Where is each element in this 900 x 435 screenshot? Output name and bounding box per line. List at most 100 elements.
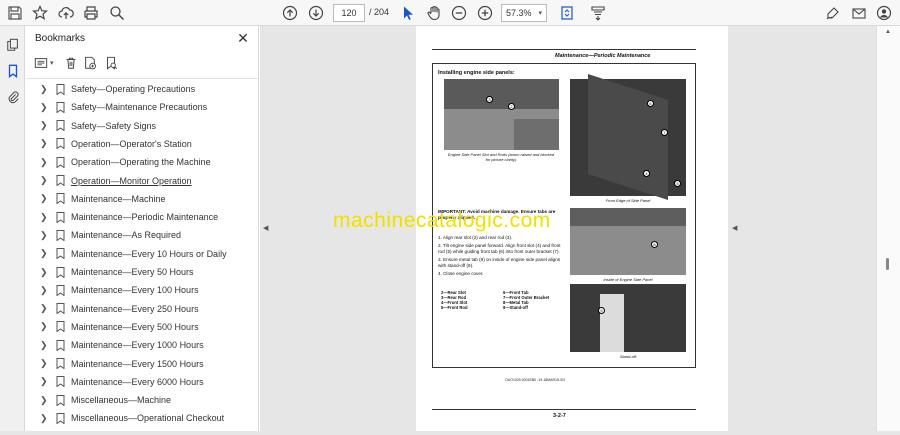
chevron-right-icon[interactable]: ❯ <box>40 248 50 259</box>
chevron-right-icon[interactable]: ❯ <box>40 102 50 113</box>
bookmark-item[interactable]: ❯ Maintenance—Every 6000 Hours <box>26 373 246 391</box>
step-4: 4. Close engine cover. <box>438 271 484 276</box>
sign-pen-icon[interactable] <box>823 3 843 23</box>
main-toolbar: 120 / 204 57.3% ▾ <box>0 0 900 26</box>
bookmark-item[interactable]: ❯ Operation—Operating the Machine <box>26 153 246 171</box>
chevron-right-icon[interactable]: ❯ <box>40 303 50 314</box>
bookmark-icon <box>56 120 65 132</box>
callout-8: 8 <box>651 241 658 248</box>
doc-header: Maintenance—Periodic Maintenance <box>555 53 651 59</box>
header-rule <box>432 49 696 50</box>
bookmark-icon <box>56 412 65 424</box>
legend-left: 2—Rear Slot 3—Rear Rod 4—Front Slot 5—Fr… <box>441 290 468 310</box>
close-icon[interactable]: ✕ <box>236 31 250 45</box>
chevron-right-icon[interactable]: ❯ <box>40 120 50 131</box>
hand-tool-icon[interactable] <box>424 3 444 23</box>
bookmark-item[interactable]: ❯ Maintenance—Every 100 Hours <box>26 281 246 299</box>
chevron-right-icon[interactable]: ❯ <box>40 285 50 296</box>
add-bookmark-icon[interactable] <box>83 54 97 72</box>
zoom-out-icon[interactable] <box>449 3 469 23</box>
search-icon[interactable] <box>107 3 127 23</box>
zoom-select[interactable]: 57.3% ▾ <box>501 4 547 22</box>
bookmark-item[interactable]: ❯ Maintenance—Machine <box>26 190 246 208</box>
bookmark-item[interactable]: ❯ Operation—Operator's Station <box>26 135 246 153</box>
bookmark-item[interactable]: ❯ Operation—Monitor Operation <box>26 172 246 190</box>
collapse-panel-icon[interactable]: ◀ <box>263 224 268 232</box>
next-page-icon[interactable] <box>306 3 326 23</box>
bookmark-label: Operation—Monitor Operation <box>71 175 192 186</box>
chevron-right-icon[interactable]: ❯ <box>40 230 50 241</box>
save-icon[interactable] <box>5 3 25 23</box>
expand-tools-icon[interactable]: ◀ <box>732 224 737 232</box>
bookmark-item[interactable]: ❯ Safety—Maintenance Precautions <box>26 98 246 116</box>
chevron-right-icon[interactable]: ❯ <box>40 157 50 168</box>
bookmark-label: Maintenance—Every 500 Hours <box>71 321 199 332</box>
bookmark-item[interactable]: ❯ Safety—Safety Signs <box>26 117 246 135</box>
chevron-right-icon[interactable]: ❯ <box>40 193 50 204</box>
page-thumbnails-icon[interactable] <box>4 36 21 53</box>
callout-9: 9 <box>598 307 605 314</box>
chevron-right-icon[interactable]: ❯ <box>40 340 50 351</box>
bookmark-label: Miscellaneous—Machine <box>71 395 172 406</box>
find-bookmark-icon[interactable] <box>104 54 118 72</box>
bookmark-item[interactable]: ❯ Maintenance—Every 10 Hours or Daily <box>26 245 246 263</box>
chevron-down-icon: ▾ <box>538 10 542 17</box>
select-cursor-icon[interactable] <box>398 3 418 23</box>
attachments-icon[interactable] <box>4 88 21 105</box>
bookmark-item[interactable]: ❯ Maintenance—Every 500 Hours <box>26 318 246 336</box>
bookmark-item[interactable]: ❯ Miscellaneous—Machine <box>26 391 246 409</box>
bookmarks-title: Bookmarks <box>35 33 86 44</box>
fit-page-icon[interactable] <box>557 3 577 23</box>
previous-page-icon[interactable] <box>280 3 300 23</box>
bookmark-label: Maintenance—Every 250 Hours <box>71 303 199 314</box>
bookmark-item[interactable]: ❯ Miscellaneous—Operational Checkout <box>26 409 246 427</box>
bookmark-item[interactable]: ❯ Maintenance—Every 1500 Hours <box>26 355 246 373</box>
account-icon[interactable] <box>874 3 894 23</box>
cloud-upload-icon[interactable] <box>56 3 76 23</box>
chevron-right-icon[interactable]: ❯ <box>40 212 50 223</box>
bookmark-label: Maintenance—Every 10 Hours or Daily <box>71 248 227 259</box>
bookmark-item[interactable]: ❯ Maintenance—Every 250 Hours <box>26 300 246 318</box>
page-scrollbar-thumb[interactable] <box>886 258 889 270</box>
callout-3: 3 <box>486 96 493 103</box>
instruction-steps: 1. Align rear slot (2) and rear rod (3).… <box>438 235 562 277</box>
chevron-right-icon[interactable]: ❯ <box>40 395 50 406</box>
chevron-right-icon[interactable]: ❯ <box>40 84 50 95</box>
chevron-right-icon[interactable]: ❯ <box>40 175 50 186</box>
bookmarks-panel-icon[interactable] <box>4 62 21 79</box>
chevron-right-icon[interactable]: ❯ <box>40 376 50 387</box>
bookmark-icon <box>56 376 65 388</box>
options-menu-icon[interactable]: ▾ <box>34 54 54 72</box>
bookmark-star-icon[interactable] <box>30 3 50 23</box>
delete-bookmark-icon[interactable] <box>64 54 78 72</box>
bookmark-label: Maintenance—Every 50 Hours <box>71 267 194 277</box>
right-scroll-rail[interactable]: ▲ <box>876 26 900 435</box>
chevron-right-icon[interactable]: ❯ <box>40 413 50 424</box>
chevron-right-icon[interactable]: ❯ <box>40 358 50 369</box>
callout-7: 7 <box>661 129 668 136</box>
bookmark-icon <box>56 138 65 150</box>
email-icon[interactable] <box>849 3 869 23</box>
caption-inside-panel: Inside of Engine Side Panel <box>603 277 653 282</box>
photo-slot-and-rods <box>444 79 559 150</box>
bookmark-label: Operation—Operator's Station <box>71 138 192 149</box>
bookmark-item[interactable]: ❯ Maintenance—Every 1000 Hours <box>26 336 246 354</box>
bookmark-item[interactable]: ❯ Safety—Operating Precautions <box>26 80 246 98</box>
page-number-input[interactable]: 120 <box>333 4 365 22</box>
scroll-up-icon[interactable]: ▲ <box>885 29 891 35</box>
chevron-right-icon[interactable]: ❯ <box>40 138 50 149</box>
chevron-right-icon[interactable]: ❯ <box>40 267 50 278</box>
bookmark-item[interactable]: ❯ Maintenance—Every 50 Hours <box>26 263 246 281</box>
chevron-right-icon[interactable]: ❯ <box>40 321 50 332</box>
step-2: 2. Tilt engine side panel forward. Align… <box>438 243 561 254</box>
read-mode-icon[interactable] <box>588 3 608 23</box>
photo-inside-panel <box>570 208 686 275</box>
print-icon[interactable] <box>81 3 101 23</box>
bottom-strip <box>0 431 900 435</box>
bookmark-icon <box>56 101 65 113</box>
bookmarks-panel: Bookmarks ✕ ▾ ❯ Safety—Operating Precauti… <box>26 26 275 435</box>
bookmark-item[interactable]: ❯ Maintenance—As Required <box>26 226 246 244</box>
zoom-in-icon[interactable] <box>475 3 495 23</box>
photo-front-edge <box>570 74 686 200</box>
bookmark-item[interactable]: ❯ Maintenance—Periodic Maintenance <box>26 208 246 226</box>
